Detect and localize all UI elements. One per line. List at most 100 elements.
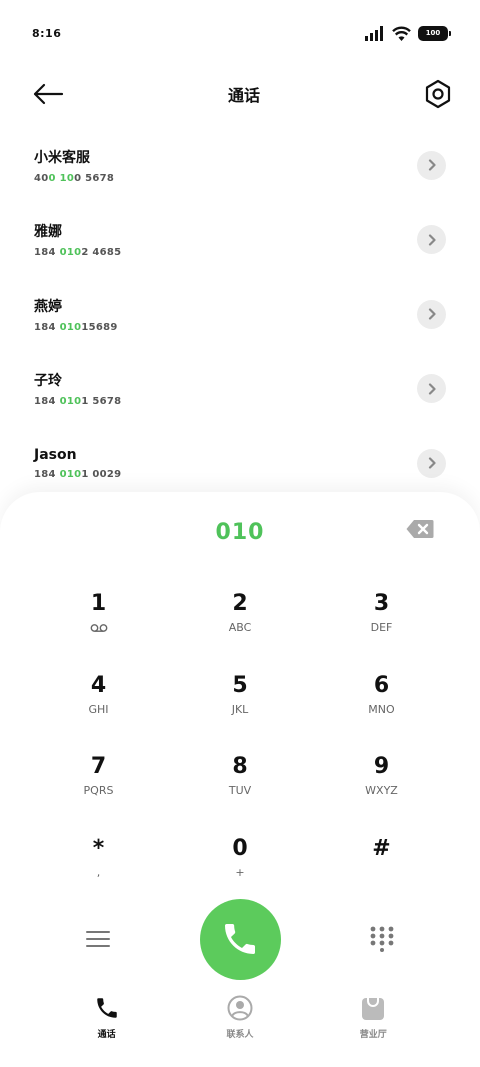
contact-number: 184 01015689 — [34, 322, 118, 333]
keypad: 1 2 ABC 3 DEF 4 GHI 5 JKL 6 MNO 7 PQRS 8… — [28, 582, 452, 908]
key-7[interactable]: 7 PQRS — [28, 745, 169, 827]
wifi-icon — [392, 26, 411, 41]
person-icon — [227, 995, 253, 1021]
status-icons: 100 — [365, 25, 451, 41]
contact-detail-button[interactable] — [417, 150, 446, 180]
phone-icon — [96, 998, 117, 1018]
back-arrow-icon[interactable] — [32, 82, 64, 106]
status-time: 8:16 — [32, 26, 62, 40]
key-letters: ABC — [228, 621, 252, 634]
dialed-number: 010 — [215, 519, 265, 545]
contact-number: 184 0101 5678 — [34, 396, 121, 407]
key-digit: 3 — [373, 591, 390, 616]
number-suffix: 15689 — [81, 321, 118, 333]
contact-detail-button[interactable] — [417, 225, 446, 255]
number-prefix: 184 — [34, 468, 60, 480]
key-digit: 8 — [232, 754, 248, 780]
number-suffix: 0 5678 — [74, 172, 115, 184]
key-6[interactable]: 6 MNO — [311, 664, 452, 746]
number-suffix: 1 0029 — [81, 468, 122, 480]
key-5[interactable]: 5 JKL — [170, 664, 311, 746]
keypad-row: 1 2 ABC 3 DEF — [28, 582, 452, 664]
status-bar: 8:16 100 — [0, 0, 480, 66]
contact-name: 小米客服 — [34, 149, 90, 166]
nav-item-contacts[interactable]: 联系人 — [200, 995, 280, 1040]
number-prefix: 40 — [34, 172, 49, 184]
key-1[interactable]: 1 — [28, 582, 169, 664]
number-match: 0 10 — [48, 172, 75, 184]
key-star[interactable]: * , — [28, 827, 169, 909]
contact-row[interactable]: 雅娜 184 0102 4685 — [0, 203, 480, 278]
number-match: 010 — [59, 247, 82, 259]
number-prefix: 184 — [34, 396, 60, 408]
key-digit: 5 — [232, 672, 248, 698]
key-8[interactable]: 8 TUV — [170, 745, 311, 827]
key-digit: 2 — [232, 591, 248, 616]
key-digit: 1 — [90, 591, 107, 616]
number-prefix: 184 — [34, 321, 60, 333]
contact-text: 雅娜 184 0102 4685 — [34, 221, 121, 258]
key-letters: DEF — [370, 621, 393, 634]
contact-detail-button[interactable] — [417, 299, 446, 329]
key-digit: 4 — [90, 672, 107, 698]
battery-icon: 100 — [418, 25, 451, 41]
key-9[interactable]: 9 WXYZ — [311, 745, 452, 827]
number-match: 010 — [59, 396, 82, 408]
signal-icon — [365, 25, 383, 41]
nav-item-calls[interactable]: 通话 — [67, 995, 147, 1040]
key-digit: 7 — [90, 754, 107, 780]
contact-detail-button[interactable] — [417, 448, 446, 478]
nav-item-store[interactable]: 营业厅 — [333, 995, 413, 1040]
key-letters: TUV — [228, 784, 252, 798]
keypad-row: 7 PQRS 8 TUV 9 WXYZ — [28, 745, 452, 827]
chevron-right-icon — [428, 308, 436, 320]
key-digit: 6 — [373, 672, 390, 698]
key-letters: JKL — [231, 702, 249, 716]
number-suffix: 2 4685 — [81, 247, 122, 259]
key-letters: , — [96, 865, 101, 879]
backspace-icon[interactable] — [406, 519, 434, 539]
key-hash[interactable]: # — [311, 827, 452, 909]
contact-name: Jason — [34, 446, 77, 463]
contact-name: 子玲 — [34, 373, 62, 390]
contact-row[interactable]: 子玲 184 0101 5678 — [0, 352, 480, 427]
contact-text: Jason 184 0101 0029 — [34, 447, 121, 480]
number-match: 010 — [59, 468, 82, 480]
key-2[interactable]: 2 ABC — [170, 582, 311, 664]
settings-hexagon-icon[interactable] — [424, 79, 452, 109]
contact-row[interactable]: 小米客服 400 100 5678 — [0, 128, 480, 203]
number-suffix: 1 5678 — [81, 396, 122, 408]
key-letters: + — [235, 865, 245, 879]
number-match: 010 — [59, 321, 82, 333]
key-letters: MNO — [368, 702, 395, 716]
bag-icon — [362, 998, 385, 1020]
nav-label: 联系人 — [226, 1030, 254, 1040]
keypad-toggle-icon[interactable] — [370, 926, 394, 952]
key-digit: 9 — [373, 754, 390, 780]
menu-icon[interactable] — [86, 930, 110, 948]
contact-name: 燕婷 — [34, 298, 62, 315]
contact-row[interactable]: 燕婷 184 01015689 — [0, 277, 480, 352]
contact-text: 燕婷 184 01015689 — [34, 296, 118, 333]
contact-detail-button[interactable] — [417, 374, 446, 404]
voicemail-icon — [90, 624, 107, 632]
bottom-nav: 通话 联系人 营业厅 — [0, 995, 480, 1067]
key-digit: # — [372, 835, 391, 861]
key-3[interactable]: 3 DEF — [311, 582, 452, 664]
contact-text: 小米客服 400 100 5678 — [34, 147, 114, 184]
key-letters: PQRS — [83, 784, 114, 798]
chevron-right-icon — [428, 159, 436, 171]
dialer-panel: 010 1 2 ABC 3 DEF 4 GHI 5 JKL 6 MNO 7 PQ… — [0, 492, 480, 1067]
call-button[interactable] — [199, 898, 281, 980]
key-letters: GHI — [88, 702, 109, 716]
contact-row[interactable]: Jason 184 0101 0029 — [0, 426, 480, 501]
contact-number: 184 0101 0029 — [34, 469, 121, 480]
contact-number: 400 100 5678 — [34, 173, 114, 184]
chevron-right-icon — [428, 383, 436, 395]
key-0[interactable]: 0 + — [170, 827, 311, 909]
nav-label: 通话 — [97, 1030, 116, 1040]
chevron-right-icon — [428, 234, 436, 246]
key-digit: * — [92, 835, 105, 861]
contact-text: 子玲 184 0101 5678 — [34, 370, 121, 407]
key-4[interactable]: 4 GHI — [28, 664, 169, 746]
